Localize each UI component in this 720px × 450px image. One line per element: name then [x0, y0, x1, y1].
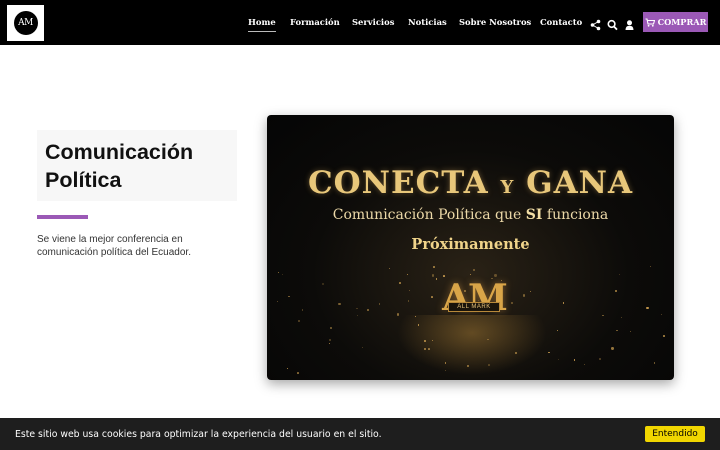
sparkle: [646, 307, 649, 310]
sparkle: [338, 302, 341, 306]
sparkle: [330, 326, 333, 329]
nav-item-sobre-nosotros[interactable]: Sobre Nosotros: [459, 17, 531, 27]
sparkle: [356, 314, 358, 316]
page-title: Comunicación Política: [45, 140, 194, 192]
sparkle: [649, 265, 651, 268]
sparkle: [409, 290, 411, 292]
sparkle: [522, 294, 525, 297]
sparkle: [562, 302, 565, 304]
banner-subtitle-bold: SI: [525, 207, 543, 223]
search-icon[interactable]: [607, 16, 618, 31]
banner-logo: AM ALL MARK: [439, 278, 509, 328]
nav-item-formacion[interactable]: Formación: [290, 17, 340, 27]
sparkle: [297, 319, 300, 322]
sparkle: [407, 273, 409, 276]
cookie-message: Este sitio web usa cookies para optimiza…: [15, 429, 382, 440]
nav-item-contacto[interactable]: Contacto: [540, 17, 582, 27]
sparkle: [356, 307, 358, 310]
sparkle: [424, 340, 426, 342]
buy-button-label: COMPRAR: [657, 17, 707, 27]
sparkle: [615, 329, 618, 332]
sparkle: [584, 363, 586, 365]
user-icon[interactable]: [624, 16, 635, 30]
sparkle: [431, 274, 435, 277]
sparkle: [469, 273, 472, 276]
cookie-accept-button[interactable]: Entendido: [645, 426, 705, 442]
sparkle: [301, 309, 304, 312]
banner-title-part1: CONECTA: [307, 165, 489, 201]
sparkle: [432, 265, 435, 268]
sparkle: [556, 329, 558, 331]
buy-button[interactable]: COMPRAR: [643, 12, 708, 32]
sparkle: [361, 346, 363, 348]
sparkle: [573, 359, 575, 361]
event-banner: CONECTA Y GANA Comunicación Política que…: [267, 115, 674, 380]
sparkle: [408, 300, 410, 302]
banner-coming-soon: Próximamente: [411, 236, 530, 253]
banner-title-connector: Y: [500, 177, 515, 198]
cart-icon: [645, 17, 655, 27]
nav-item-servicios[interactable]: Servicios: [352, 17, 394, 27]
sparkle: [630, 330, 632, 333]
section-description: Se viene la mejor conferencia en comunic…: [37, 234, 191, 258]
sparkle: [287, 295, 290, 298]
sparkle: [423, 347, 426, 350]
sparkle: [276, 300, 279, 303]
sparkle: [558, 358, 560, 360]
sparkle: [611, 347, 614, 350]
cookie-banner: Este sitio web usa cookies para optimiza…: [0, 418, 720, 450]
nav-item-noticias[interactable]: Noticias: [408, 17, 447, 27]
sparkle: [388, 268, 390, 270]
sparkle: [278, 271, 280, 274]
nav-item-home[interactable]: Home: [248, 17, 276, 32]
sparkle: [614, 290, 617, 293]
banner-logo-brand: ALL MARK: [448, 302, 500, 312]
sparkle: [367, 309, 369, 311]
sparkle: [399, 281, 401, 284]
sparkle: [548, 351, 550, 354]
sparkle: [378, 302, 381, 305]
banner-subtitle: Comunicación Política que SI funciona: [267, 207, 674, 223]
sparkle: [653, 362, 656, 365]
sparkle: [444, 370, 446, 372]
sparkle: [488, 364, 490, 366]
share-icon[interactable]: [590, 16, 601, 31]
sparkle: [619, 274, 621, 276]
banner-title: CONECTA Y GANA: [267, 165, 674, 201]
sparkle: [661, 314, 663, 316]
banner-logo-letters: AM: [442, 277, 508, 319]
sparkle: [510, 301, 514, 305]
sparkle: [602, 314, 604, 317]
sparkle: [472, 268, 476, 272]
section-title-card: Comunicación Política: [37, 130, 237, 201]
sparkle: [431, 296, 434, 299]
sparkle: [287, 368, 289, 370]
sparkle: [328, 339, 331, 342]
sparkle: [281, 273, 284, 276]
sparkle: [466, 364, 469, 367]
title-divider: [37, 215, 88, 219]
sparkle: [530, 290, 532, 292]
banner-title-part2: GANA: [526, 165, 634, 201]
sparkle: [328, 342, 330, 344]
site-header: AM Home Formación Servicios Noticias Sob…: [0, 0, 720, 45]
sparkle: [431, 339, 433, 341]
banner-subtitle-start: Comunicación Política que: [332, 207, 526, 223]
main-nav: Home Formación Servicios Noticias Sobre …: [0, 0, 720, 45]
sparkle: [662, 334, 665, 337]
sparkle: [599, 357, 602, 360]
sparkle: [620, 316, 622, 318]
sparkle: [321, 283, 324, 286]
sparkle: [435, 278, 438, 280]
banner-subtitle-end: funciona: [542, 207, 609, 223]
sparkle: [297, 372, 299, 374]
